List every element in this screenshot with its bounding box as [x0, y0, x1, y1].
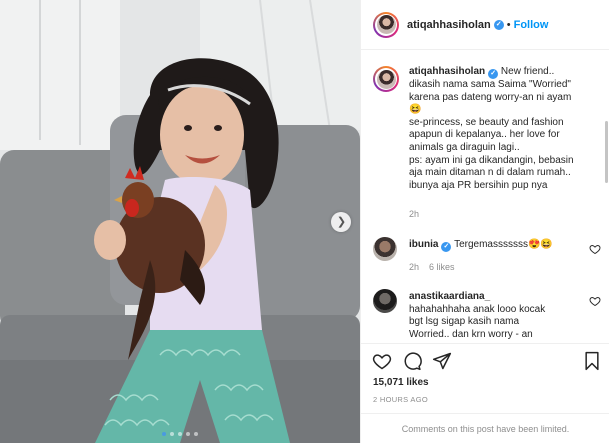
carousel-indicator	[162, 432, 198, 436]
verified-badge-icon: ✓	[488, 69, 499, 79]
chevron-right-icon: ❯	[336, 215, 347, 228]
post-timestamp[interactable]: 2 HOURS AGO	[373, 395, 428, 404]
commenter-avatar[interactable]	[373, 289, 397, 313]
caption-text: atiqahhasiholan ✓ New friend.. dikasih na…	[409, 66, 603, 192]
caption-line: New friend..	[500, 66, 555, 77]
caption-line: aja main ditaman n di dalam rumah..	[409, 167, 571, 179]
comment-text: anastikaardiana_ hahahahhaha anak looo k…	[409, 291, 579, 341]
comment-text: ibunia ✓ Tergemasssssss😍😆	[409, 239, 579, 252]
caption-line: 😆	[409, 104, 422, 116]
caption-line: ps: ayam ini ga dikandangin, bebasin	[409, 154, 574, 166]
commenter-avatar[interactable]	[373, 237, 397, 261]
comment-message: Tergemasssssss😍😆	[454, 239, 553, 250]
carousel-dot	[178, 432, 182, 436]
caption-line: karena pas dateng worry-an ni ayam	[409, 91, 572, 103]
comment-line: hahahahhaha anak looo kocak	[409, 303, 546, 315]
caption-line: apapun di kepalanya.. her love for	[409, 129, 560, 141]
avatar[interactable]	[373, 11, 399, 38]
comments-section[interactable]: atiqahhasiholan ✓ New friend.. dikasih na…	[361, 51, 609, 343]
comments-scrollbar[interactable]	[605, 121, 608, 183]
comment-time[interactable]: 2h	[409, 262, 419, 272]
comment-like-heart-icon[interactable]	[589, 243, 601, 255]
comments-limited-notice: Comments on this post have been limited.	[361, 413, 609, 443]
caption-line: animals ga diraguin lagi..	[409, 141, 520, 153]
likes-count[interactable]: 15,071 likes	[373, 377, 429, 388]
comment-like-heart-icon[interactable]	[589, 295, 601, 307]
caption-username[interactable]: atiqahhasiholan	[409, 66, 485, 77]
post-header: atiqahhasiholan ✓ • Follow	[361, 0, 609, 50]
carousel-dot	[162, 432, 166, 436]
comment-meta: 2h 6 likes	[409, 262, 455, 272]
verified-badge-icon: ✓	[493, 19, 504, 30]
commenter-username[interactable]: ibunia	[409, 239, 438, 250]
photo-illustration	[0, 0, 360, 443]
carousel-dot	[170, 432, 174, 436]
comment-line: Worried.. dan krn worry - an	[409, 328, 533, 340]
comment-likes[interactable]: 6 likes	[429, 262, 455, 272]
verified-badge-icon: ✓	[441, 242, 452, 252]
paper-plane-icon[interactable]	[432, 351, 452, 371]
caption-line: se-princess, se beauty and fashion	[409, 116, 564, 128]
carousel-next-button[interactable]: ❯	[331, 212, 351, 232]
caption-avatar[interactable]	[373, 66, 399, 92]
heart-icon[interactable]	[372, 351, 392, 371]
header-separator: •	[506, 18, 511, 31]
comment-line: bgt lsg sigap kasih nama	[409, 316, 520, 328]
header-username[interactable]: atiqahhasiholan	[407, 19, 491, 31]
bookmark-icon[interactable]	[582, 351, 602, 371]
post-actions: 15,071 likes 2 HOURS AGO	[361, 343, 609, 413]
commenter-username[interactable]: anastikaardiana_	[409, 291, 490, 302]
post-photo[interactable]: ❯	[0, 0, 360, 443]
comment-bubble-icon[interactable]	[402, 351, 422, 371]
caption-timestamp[interactable]: 2h	[409, 209, 419, 219]
carousel-dot	[186, 432, 190, 436]
caption-line: dikasih nama sama Saima "Worried"	[409, 79, 571, 90]
post-side-panel: atiqahhasiholan ✓ • Follow atiqahhasihol…	[360, 0, 609, 443]
follow-button[interactable]: Follow	[514, 19, 549, 31]
caption-line: ibunya aja PR bersihin pup nya	[409, 179, 548, 191]
post-caption: atiqahhasiholan ✓ New friend.. dikasih na…	[373, 66, 603, 192]
carousel-dot	[194, 432, 198, 436]
